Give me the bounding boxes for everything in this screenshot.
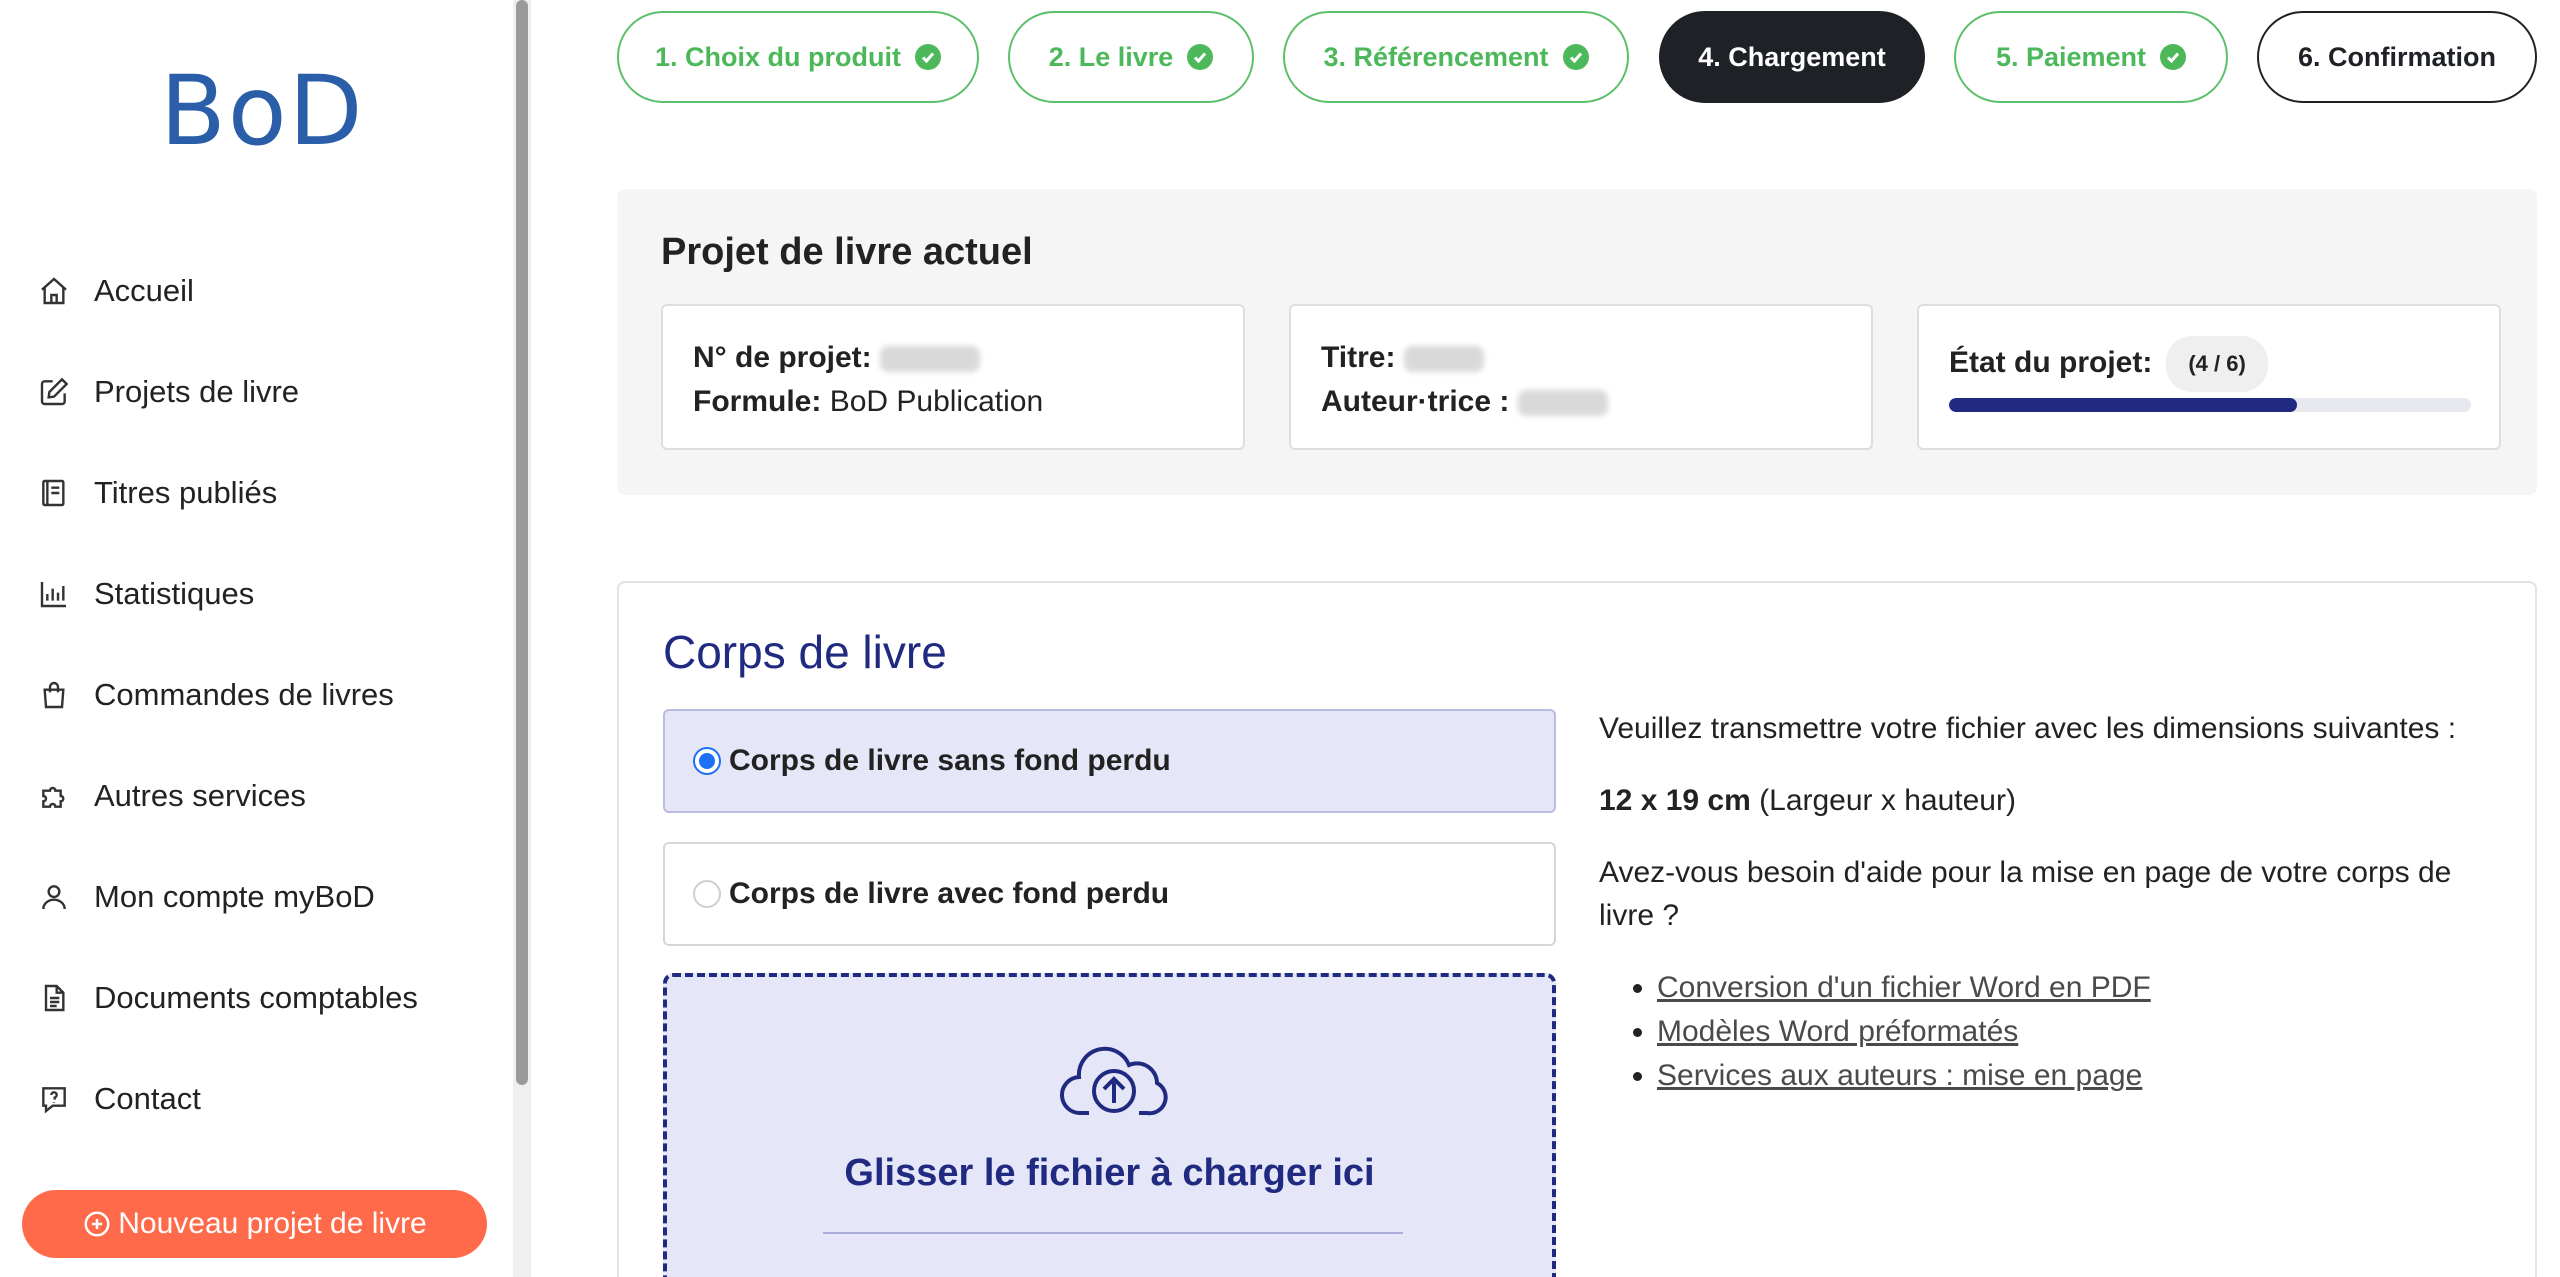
sidebar-item-label: Statistiques <box>94 575 255 611</box>
step-label: 5. Paiement <box>1995 41 2147 72</box>
project-number-redacted <box>880 346 981 373</box>
sidebar-item-contact[interactable]: Contact <box>36 1048 506 1149</box>
plus-circle-icon <box>84 1211 110 1237</box>
sidebar-item-label: Projets de livre <box>94 373 300 409</box>
sidebar-item-documents[interactable]: Documents comptables <box>36 947 506 1048</box>
option-label: Corps de livre sans fond perdu <box>729 744 1171 777</box>
edit-icon <box>36 374 72 410</box>
project-info-card: N° de projet: Formule: BoD Publication <box>661 304 1245 450</box>
sidebar-item-label: Contact <box>94 1080 201 1116</box>
bar-chart-icon <box>36 576 72 612</box>
dimensions-value: 12 x 19 cm <box>1599 784 1751 817</box>
step-label: 6. Confirmation <box>2297 41 2496 72</box>
author-redacted <box>1517 390 1608 417</box>
list-item: Services aux auteurs : mise en page <box>1657 1054 2499 1098</box>
instructions-text: Veuillez transmettre votre fichier avec … <box>1599 712 2457 745</box>
list-item: Modèles Word préformatés <box>1657 1010 2499 1054</box>
link-word-to-pdf[interactable]: Conversion d'un fichier Word en PDF <box>1657 971 2151 1004</box>
link-word-templates[interactable]: Modèles Word préformatés <box>1657 1015 2018 1048</box>
help-question: Avez-vous besoin d'aide pour la mise en … <box>1599 856 2452 932</box>
sidebar-item-label: Titres publiés <box>94 474 278 510</box>
dimensions-note: (Largeur x hauteur) <box>1759 784 2016 817</box>
step-paiement[interactable]: 5. Paiement <box>1954 11 2228 103</box>
file-dropzone[interactable]: Glisser le fichier à charger ici <box>663 973 1556 1277</box>
sidebar-item-statistiques[interactable]: Statistiques <box>36 543 506 644</box>
step-chargement[interactable]: 4. Chargement <box>1659 11 1925 103</box>
check-circle-icon <box>1187 44 1214 70</box>
option-label: Corps de livre avec fond perdu <box>729 877 1170 910</box>
step-label: 2. Le livre <box>1048 41 1174 72</box>
book-body-title: Corps de livre <box>663 626 947 678</box>
book-icon <box>36 475 72 511</box>
radio-without-bleed[interactable] <box>693 747 721 775</box>
link-layout-services[interactable]: Services aux auteurs : mise en page <box>1657 1059 2142 1092</box>
shopping-bag-icon <box>36 677 72 713</box>
book-title-redacted <box>1403 346 1484 373</box>
sidebar-item-projets[interactable]: Projets de livre <box>36 341 506 442</box>
sidebar-item-label: Commandes de livres <box>94 676 394 712</box>
project-progress-fill <box>1949 398 2298 412</box>
check-circle-icon <box>1562 44 1589 70</box>
user-icon <box>36 879 72 915</box>
home-icon <box>36 273 72 309</box>
sidebar-item-accueil[interactable]: Accueil <box>36 240 506 341</box>
new-project-label: Nouveau projet de livre <box>118 1207 427 1240</box>
sidebar-item-services[interactable]: Autres services <box>36 745 506 846</box>
title-label: Titre: <box>1321 341 1396 374</box>
radio-with-bleed[interactable] <box>693 880 721 908</box>
step-label: 4. Chargement <box>1698 41 1886 72</box>
current-project-panel: Projet de livre actuel N° de projet: For… <box>617 189 2537 495</box>
author-label: Auteur·trice : <box>1321 385 1510 418</box>
sidebar-nav: Accueil Projets de livre Titres publiés … <box>36 240 506 1149</box>
step-le-livre[interactable]: 2. Le livre <box>1008 11 1254 103</box>
sidebar-item-label: Accueil <box>94 272 194 308</box>
sidebar: BoD Accueil Projets de livre Titres publ… <box>0 0 515 1277</box>
dimensions-line: 12 x 19 cm (Largeur x hauteur) <box>1599 779 2499 822</box>
new-project-button[interactable]: Nouveau projet de livre <box>22 1190 487 1258</box>
book-body-panel: Corps de livre Corps de livre sans fond … <box>617 581 2537 1277</box>
bod-logo[interactable]: BoD <box>160 55 365 167</box>
book-info-card: Titre: Auteur·trice : <box>1289 304 1873 450</box>
help-chat-icon <box>36 1081 72 1117</box>
dropzone-divider <box>823 1232 1403 1234</box>
step-confirmation[interactable]: 6. Confirmation <box>2257 11 2537 103</box>
dropzone-text: Glisser le fichier à charger ici <box>844 1152 1375 1194</box>
document-icon <box>36 980 72 1016</box>
step-choix-produit[interactable]: 1. Choix du produit <box>617 11 979 103</box>
step-referencement[interactable]: 3. Référencement <box>1283 11 1629 103</box>
step-navigation: 1. Choix du produit 2. Le livre 3. Référ… <box>617 11 2537 103</box>
formula-label: Formule: <box>693 385 822 418</box>
sidebar-item-label: Mon compte myBoD <box>94 878 375 914</box>
step-label: 3. Référencement <box>1323 41 1549 72</box>
project-progress-bar <box>1949 398 2471 412</box>
formula-value: BoD Publication <box>829 385 1044 418</box>
step-label: 1. Choix du produit <box>655 41 901 72</box>
sidebar-item-compte[interactable]: Mon compte myBoD <box>36 846 506 947</box>
project-number-label: N° de projet: <box>693 341 872 374</box>
status-badge: (4 / 6) <box>2166 336 2268 392</box>
option-with-bleed[interactable]: Corps de livre avec fond perdu <box>663 842 1556 946</box>
list-item: Conversion d'un fichier Word en PDF <box>1657 966 2499 1010</box>
puzzle-icon <box>36 778 72 814</box>
option-without-bleed[interactable]: Corps de livre sans fond perdu <box>663 709 1556 813</box>
help-links: Conversion d'un fichier Word en PDF Modè… <box>1657 966 2499 1098</box>
current-project-title: Projet de livre actuel <box>661 231 1033 273</box>
check-circle-icon <box>914 44 941 70</box>
sidebar-item-label: Documents comptables <box>94 979 418 1015</box>
sidebar-item-label: Autres services <box>94 777 306 813</box>
check-circle-icon <box>2160 44 2187 70</box>
sidebar-item-commandes[interactable]: Commandes de livres <box>36 644 506 745</box>
project-status-card: État du projet: (4 / 6) <box>1917 304 2501 450</box>
status-label: État du projet: <box>1949 345 2153 379</box>
cloud-upload-icon <box>1059 1035 1169 1121</box>
upload-instructions: Veuillez transmettre votre fichier avec … <box>1599 707 2499 1098</box>
sidebar-item-titres[interactable]: Titres publiés <box>36 442 506 543</box>
sidebar-scrollbar-thumb[interactable] <box>516 0 528 1085</box>
